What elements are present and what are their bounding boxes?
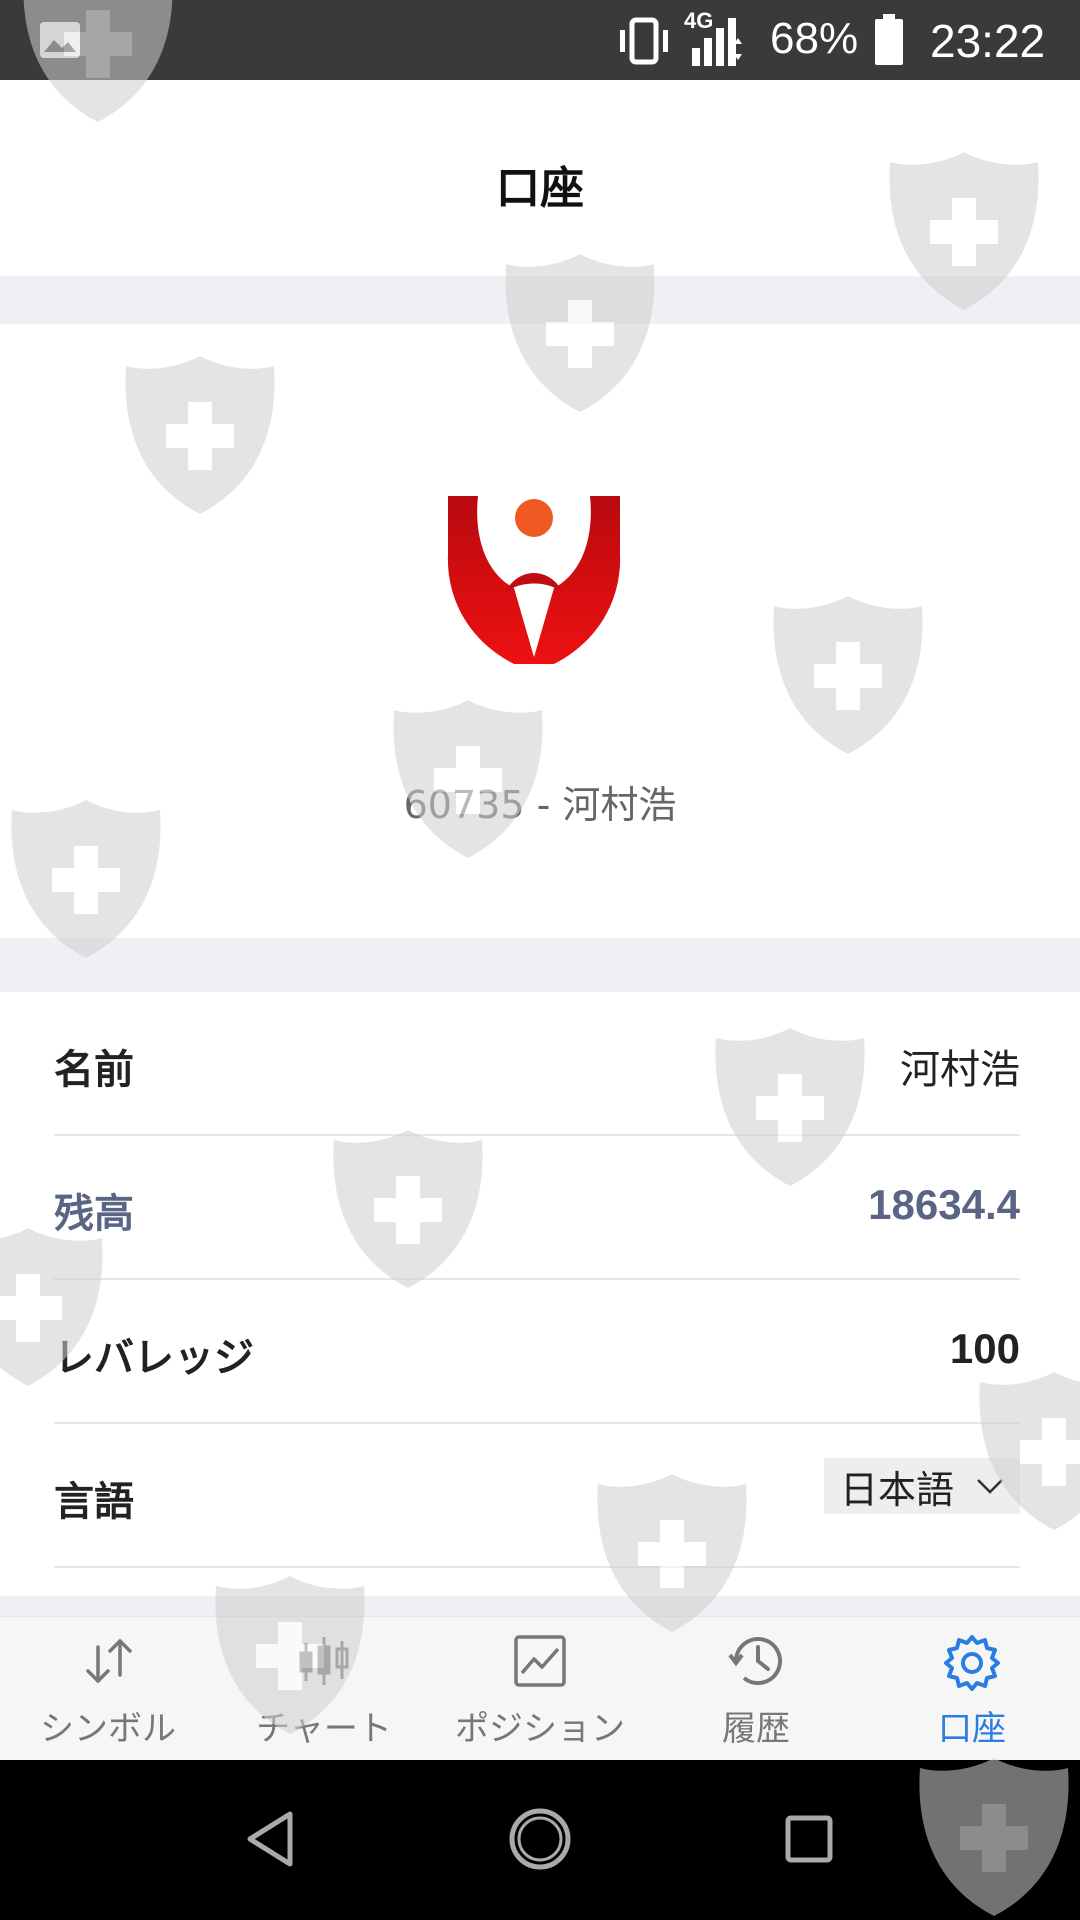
section-divider xyxy=(0,1596,1080,1616)
profile-section: 60735 - 河村浩 xyxy=(0,324,1080,938)
back-icon[interactable] xyxy=(236,1804,306,1874)
chevron-down-icon xyxy=(977,1479,1003,1494)
leverage-row: レバレッジ 100 xyxy=(54,1280,1020,1424)
home-icon[interactable] xyxy=(505,1804,575,1874)
tab-label: 履歴 xyxy=(722,1709,790,1749)
leverage-label: レバレッジ xyxy=(54,1335,254,1381)
recents-icon[interactable] xyxy=(774,1804,844,1874)
tab-account[interactable]: 口座 xyxy=(864,1617,1080,1761)
account-info-list: 名前 河村浩 残高 18634.4 レバレッジ 100 言語 日本語 xyxy=(0,992,1080,1596)
language-select[interactable]: 日本語 xyxy=(823,1458,1020,1514)
language-row: 言語 日本語 xyxy=(54,1424,1020,1568)
tab-history[interactable]: 履歴 xyxy=(648,1617,864,1761)
bottom-navigation: シンボル チャート ポジション 履歴 口座 xyxy=(0,1616,1080,1761)
battery-percentage: 68% xyxy=(770,14,859,63)
account-id-name: 60735 - 河村浩 xyxy=(403,783,677,827)
balance-value: 18634.4 xyxy=(868,1181,1020,1228)
broker-logo xyxy=(447,496,621,664)
balance-label: 残高 xyxy=(54,1191,134,1237)
tab-label: ポジション xyxy=(455,1709,625,1749)
tab-label: シンボル xyxy=(40,1709,176,1749)
clock: 23:22 xyxy=(930,15,1046,67)
section-divider xyxy=(0,938,1080,992)
swap-arrows-icon xyxy=(86,1639,132,1683)
line-chart-icon xyxy=(514,1635,566,1687)
screen: 4G 68% 23:22 口座 60735 - 河村浩 名前 河村浩 残高 18… xyxy=(0,0,1080,1920)
section-divider xyxy=(0,276,1080,324)
signal-icon xyxy=(692,18,742,66)
gallery-notification-icon xyxy=(40,22,80,58)
page-title: 口座 xyxy=(496,163,584,214)
app-header: 口座 xyxy=(0,80,1080,276)
system-navigation-bar xyxy=(0,1760,1080,1920)
name-value: 河村浩 xyxy=(900,1047,1020,1093)
battery-icon xyxy=(875,14,903,65)
candlestick-icon xyxy=(299,1637,349,1685)
tab-chart[interactable]: チャート xyxy=(216,1617,432,1761)
balance-row: 残高 18634.4 xyxy=(54,1136,1020,1280)
history-clock-icon xyxy=(728,1637,782,1686)
language-label: 言語 xyxy=(54,1479,134,1525)
tab-positions[interactable]: ポジション xyxy=(432,1617,648,1761)
tab-label: 口座 xyxy=(938,1709,1006,1749)
leverage-value: 100 xyxy=(949,1325,1020,1372)
name-label: 名前 xyxy=(54,1047,134,1093)
tab-symbols[interactable]: シンボル xyxy=(0,1617,216,1761)
gear-icon xyxy=(944,1635,1000,1691)
name-row: 名前 河村浩 xyxy=(54,992,1020,1136)
tab-label: チャート xyxy=(256,1709,392,1749)
status-bar: 4G 68% 23:22 xyxy=(0,0,1080,80)
vibrate-icon xyxy=(620,17,668,65)
language-value: 日本語 xyxy=(839,1467,954,1512)
